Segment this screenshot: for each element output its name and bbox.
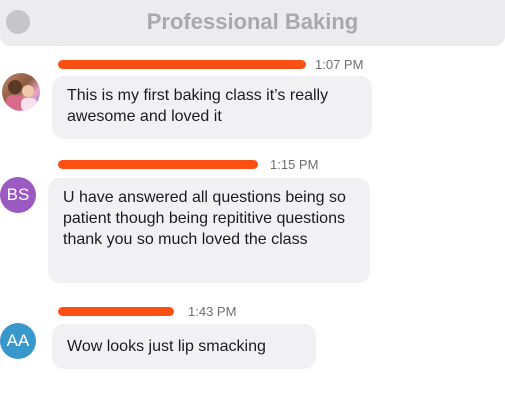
message-meta: 1:07 PM xyxy=(58,57,378,72)
chat-header: Professional Baking xyxy=(0,0,505,46)
avatar[interactable]: BS xyxy=(0,177,36,213)
message-meta: 1:43 PM xyxy=(58,304,258,319)
user-photo-icon xyxy=(6,80,37,111)
redacted-sender-name xyxy=(58,160,258,169)
chat-title: Professional Baking xyxy=(146,9,359,34)
message-bubble: Wow looks just lip smacking xyxy=(52,324,316,369)
message-timestamp: 1:07 PM xyxy=(315,57,364,72)
avatar[interactable]: AA xyxy=(0,323,36,359)
redacted-sender-name xyxy=(58,60,306,69)
redacted-sender-name xyxy=(58,307,174,316)
message-bubble: U have answered all questions being so p… xyxy=(48,178,370,283)
message-timestamp: 1:43 PM xyxy=(188,304,237,319)
message-meta: 1:15 PM xyxy=(58,157,338,172)
avatar[interactable] xyxy=(2,73,40,111)
message-timestamp: 1:15 PM xyxy=(270,157,319,172)
message-bubble: This is my first baking class it’s reall… xyxy=(52,76,372,139)
